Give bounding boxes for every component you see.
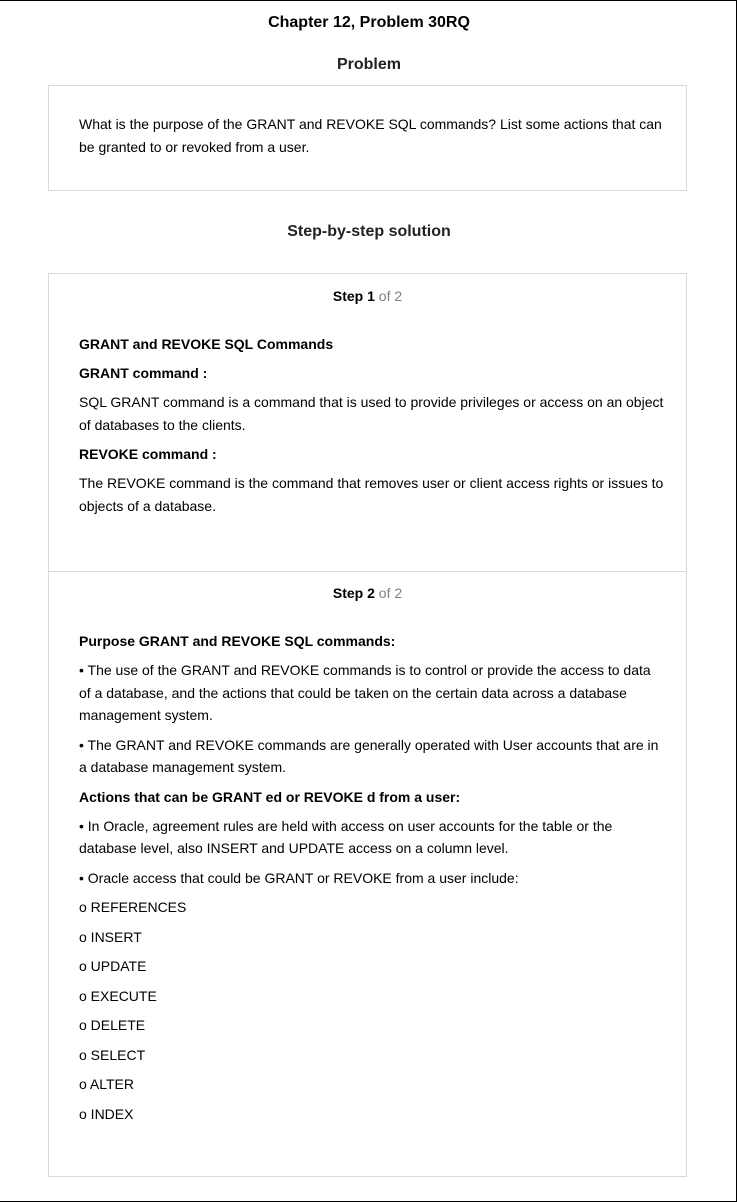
chapter-title: Chapter 12, Problem 30RQ [268,14,470,31]
list-item: o SELECT [79,1046,146,1063]
list-item: o DELETE [79,1017,146,1033]
step-1-subheading-grant: GRANT command : [79,365,208,381]
solution-box: Step 1 of 2 GRANT and REVOKE SQL Command… [48,273,687,1177]
step-2: Step 2 of 2 Purpose GRANT and REVOKE SQL… [49,571,686,1177]
solution-heading: Step-by-step solution [287,223,451,240]
step-1-heading: GRANT and REVOKE SQL Commands [79,336,334,352]
step-1-paragraph-revoke: The REVOKE command is the command that r… [79,475,664,514]
step-1-of: of 2 [378,288,403,304]
step-2-paragraph: • In Oracle, agreement rules are held wi… [79,817,613,857]
step-2-paragraph: • The use of the GRANT and REVOKE comman… [79,662,651,723]
list-item: o INDEX [79,1105,134,1122]
step-1-subheading-revoke: REVOKE command : [79,446,217,462]
list-item: o REFERENCES [79,899,187,915]
list-item: o INSERT [79,928,142,945]
step-2-body: Purpose GRANT and REVOKE SQL commands: •… [79,630,664,1132]
step-1-paragraph-grant: SQL GRANT command is a command that is u… [79,394,664,433]
list-item: o EXECUTE [79,987,157,1004]
list-item: o ALTER [79,1076,134,1092]
step-2-heading-purpose: Purpose GRANT and REVOKE SQL commands: [79,633,396,649]
step-2-heading-actions: Actions that can be GRANT ed or REVOKE d… [79,788,461,805]
step-2-of: of 2 [378,585,403,601]
step-2-title: Step 2 [332,585,375,601]
step-2-paragraph: • Oracle access that could be GRANT or R… [79,869,519,886]
step-1-title: Step 1 [332,288,375,304]
step-2-label: Step 2 of 2 [49,583,686,603]
step-1-label: Step 1 of 2 [49,286,686,306]
list-item: o UPDATE [79,958,147,974]
problem-heading: Problem [336,56,401,73]
problem-box: What is the purpose of the GRANT and REV… [48,85,687,191]
step-1: Step 1 of 2 GRANT and REVOKE SQL Command… [49,274,686,571]
problem-text: What is the purpose of the GRANT and REV… [79,116,662,155]
step-1-body: GRANT and REVOKE SQL Commands GRANT comm… [79,333,664,524]
step-2-paragraph: • The GRANT and REVOKE commands are gene… [79,736,659,776]
